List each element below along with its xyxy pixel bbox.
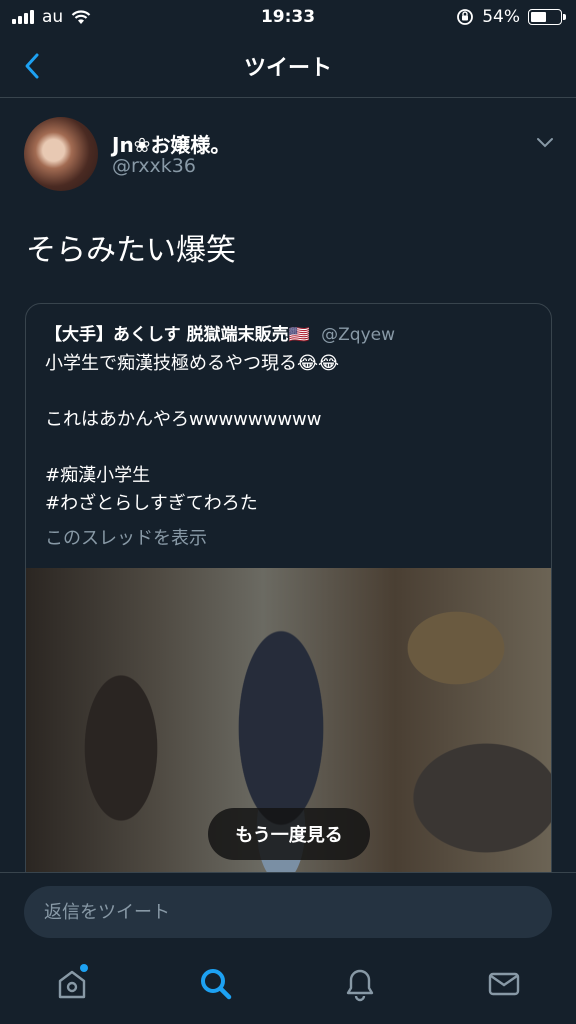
user-name[interactable]: Jn❀お嬢様。 bbox=[112, 129, 230, 158]
quoted-user-name: 【大手】あくしす 脱獄端末販売🇺🇸 bbox=[45, 325, 310, 345]
search-icon bbox=[201, 969, 232, 1000]
tab-bar bbox=[0, 952, 576, 1024]
replay-button[interactable]: もう一度見る bbox=[208, 808, 370, 860]
mail-icon bbox=[488, 972, 520, 996]
status-bar: au 19:33 54% bbox=[0, 0, 576, 34]
wifi-icon bbox=[71, 9, 91, 24]
orientation-lock-icon bbox=[457, 9, 474, 25]
avatar[interactable] bbox=[24, 117, 98, 191]
tab-search[interactable] bbox=[144, 952, 288, 1024]
quoted-user-handle: @Zqyew bbox=[321, 325, 396, 345]
reply-bar bbox=[0, 872, 576, 952]
tab-messages[interactable] bbox=[432, 952, 576, 1024]
carrier-label: au bbox=[42, 7, 64, 27]
show-thread-link[interactable]: このスレッドを表示 bbox=[45, 524, 207, 550]
quoted-line bbox=[45, 378, 535, 406]
page-title: ツイート bbox=[243, 56, 332, 81]
reply-input[interactable] bbox=[24, 886, 552, 938]
status-left: au bbox=[12, 7, 91, 27]
hashtag-link[interactable]: #痴漢小学生 bbox=[45, 462, 535, 490]
quoted-line: 小学生で痴漢技極めるやつ現る😂😂 bbox=[45, 353, 340, 374]
tab-home[interactable] bbox=[0, 952, 144, 1024]
battery-percent: 54% bbox=[482, 7, 520, 27]
status-right: 54% bbox=[456, 7, 566, 27]
quoted-header: 【大手】あくしす 脱獄端末販売🇺🇸 @Zqyew bbox=[45, 320, 395, 345]
chevron-down-icon bbox=[537, 138, 553, 148]
quoted-line: これはあかんやろwwwwwwwww bbox=[45, 409, 322, 430]
quoted-line bbox=[45, 434, 535, 462]
battery-icon bbox=[528, 9, 566, 25]
user-handle[interactable]: @rxxk36 bbox=[112, 155, 196, 177]
tab-notifications[interactable] bbox=[288, 952, 432, 1024]
tweet-menu-button[interactable] bbox=[536, 133, 554, 152]
video-player[interactable]: もう一度見る bbox=[26, 568, 551, 902]
nav-bar: ツイート bbox=[0, 34, 576, 98]
tweet-text: そらみたい爆笑 bbox=[26, 233, 236, 268]
hashtag-link[interactable]: #わざとらしすぎてわろた bbox=[45, 490, 535, 518]
bell-icon bbox=[346, 969, 374, 1002]
quoted-tweet[interactable]: 【大手】あくしす 脱獄端末販売🇺🇸 @Zqyew 小学生で痴漢技極めるやつ現る😂… bbox=[25, 303, 552, 903]
notification-dot bbox=[80, 964, 88, 972]
signal-icon bbox=[12, 10, 34, 24]
quoted-text: 小学生で痴漢技極めるやつ現る😂😂 これはあかんやろwwwwwwwww #痴漢小学… bbox=[45, 350, 535, 518]
battery-fill bbox=[531, 12, 547, 22]
